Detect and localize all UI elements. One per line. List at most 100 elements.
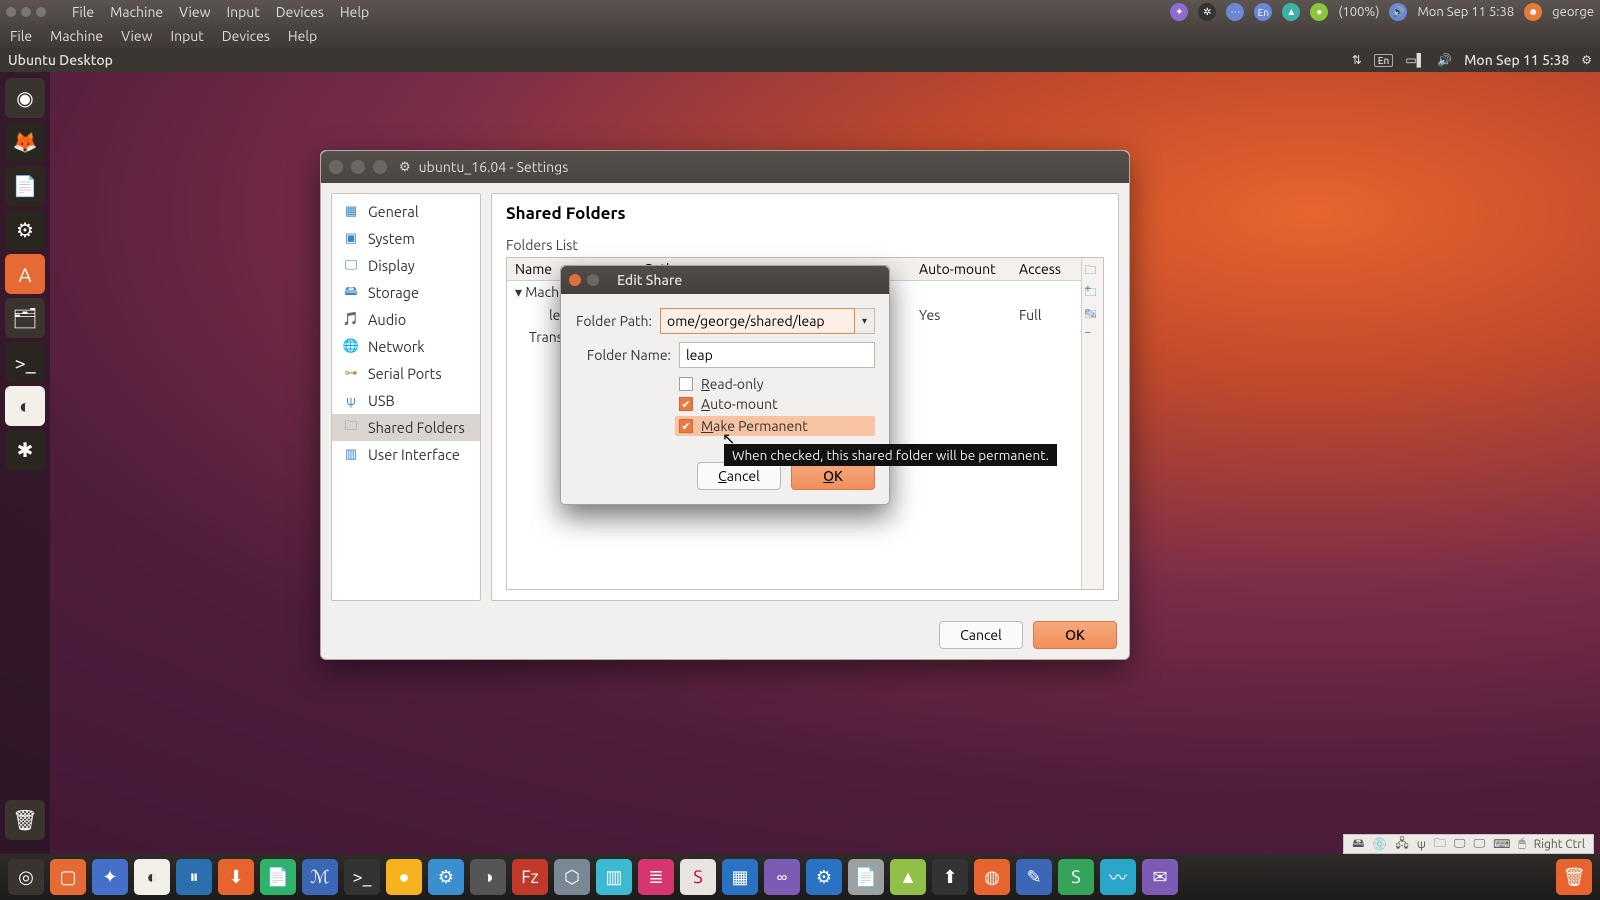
launcher-software-icon[interactable]: A: [5, 254, 45, 294]
panel-clock[interactable]: Mon Sep 11 5:38: [1464, 52, 1569, 68]
dock-android-icon[interactable]: ▲: [890, 859, 926, 895]
launcher-app-icon[interactable]: ✱: [5, 430, 45, 470]
host-menu-input[interactable]: Input: [227, 4, 260, 20]
dock-app-icon[interactable]: ⏸: [176, 859, 212, 895]
dock-app-icon[interactable]: 📄: [260, 859, 296, 895]
dock-app-icon[interactable]: ●: [386, 859, 422, 895]
nav-user-interface[interactable]: ▥User Interface: [332, 441, 480, 468]
nav-general[interactable]: ▦General: [332, 198, 480, 225]
tray-icon[interactable]: ▲: [1282, 3, 1300, 21]
launcher-text-editor-icon[interactable]: 📄: [5, 166, 45, 206]
nav-audio[interactable]: 🎵Audio: [332, 306, 480, 333]
settings-ok-button[interactable]: OK: [1033, 621, 1117, 649]
gear-icon[interactable]: ⚙: [1581, 53, 1592, 67]
host-user[interactable]: george: [1552, 5, 1594, 19]
maximize-icon[interactable]: [373, 160, 387, 174]
dock-app-icon[interactable]: ℳ: [302, 859, 338, 895]
guest-menu-input[interactable]: Input: [171, 28, 204, 44]
dock-app-icon[interactable]: ▢: [50, 859, 86, 895]
dock-filezilla-icon[interactable]: Fz: [512, 859, 548, 895]
nav-network[interactable]: 🌐Network: [332, 333, 480, 360]
tray-icon[interactable]: ✦: [1170, 3, 1188, 21]
host-key-label[interactable]: Right Ctrl: [1534, 838, 1585, 851]
dialog-ok-button[interactable]: OK: [791, 462, 875, 490]
launcher-files-icon[interactable]: 🗂: [5, 298, 45, 338]
status-icon[interactable]: ψ: [1417, 838, 1426, 851]
network-icon[interactable]: ⇅: [1352, 53, 1362, 67]
dock-app-icon[interactable]: ▥: [596, 859, 632, 895]
folder-name-input[interactable]: [679, 342, 875, 368]
dock-app-icon[interactable]: ⚙: [806, 859, 842, 895]
col-access[interactable]: Access: [1011, 258, 1081, 280]
dock-app-icon[interactable]: S: [680, 859, 716, 895]
status-icon[interactable]: ⌨: [1493, 837, 1510, 851]
close-icon[interactable]: [329, 160, 343, 174]
folder-path-input[interactable]: [660, 308, 855, 334]
folder-path-combo[interactable]: ▾: [660, 308, 875, 334]
launcher-firefox-icon[interactable]: 🦊: [5, 122, 45, 162]
status-icon[interactable]: 🖧: [1395, 834, 1408, 855]
remove-folder-icon[interactable]: 🗀−: [1085, 305, 1101, 321]
chevron-down-icon[interactable]: ▾: [855, 308, 875, 334]
launcher-terminal-icon[interactable]: >_: [5, 342, 45, 382]
dock-app-icon[interactable]: ✎: [1016, 859, 1052, 895]
tray-icon[interactable]: ●: [1310, 3, 1328, 21]
dock-app-icon[interactable]: ◍: [974, 859, 1010, 895]
nav-display[interactable]: 🖵Display: [332, 252, 480, 279]
close-icon[interactable]: [569, 274, 581, 286]
host-menu-machine[interactable]: Machine: [110, 4, 163, 20]
battery-icon[interactable]: ▭▌: [1405, 53, 1425, 67]
make-permanent-check-row[interactable]: ✔ Make Permanent: [675, 416, 875, 436]
dock-app-icon[interactable]: ✦: [92, 859, 128, 895]
read-only-checkbox[interactable]: [679, 377, 693, 391]
nav-shared-folders[interactable]: 🗀Shared Folders: [332, 414, 480, 441]
dock-app-icon[interactable]: ✉: [1142, 859, 1178, 895]
status-icon[interactable]: 💿: [1372, 837, 1387, 851]
dialog-titlebar[interactable]: Edit Share: [561, 266, 889, 294]
minimize-icon[interactable]: [351, 160, 365, 174]
make-permanent-checkbox[interactable]: ✔: [679, 419, 693, 433]
status-icon[interactable]: 🗀: [1434, 834, 1446, 855]
launcher-dash-icon[interactable]: ◉: [5, 78, 45, 118]
nav-usb[interactable]: ψUSB: [332, 387, 480, 414]
dock-show-apps-icon[interactable]: ◎: [8, 859, 44, 895]
dock-terminal-icon[interactable]: >_: [344, 859, 380, 895]
dock-app-icon[interactable]: ≣: [638, 859, 674, 895]
status-icon[interactable]: 🖵: [1454, 837, 1466, 851]
nav-storage[interactable]: 🖴Storage: [332, 279, 480, 306]
host-menu-file[interactable]: File: [72, 4, 94, 20]
launcher-trash-icon[interactable]: 🗑: [5, 800, 45, 840]
dock-app-icon[interactable]: ⬡: [554, 859, 590, 895]
col-automount[interactable]: Auto-mount: [911, 258, 1011, 280]
auto-mount-check-row[interactable]: ✔ Auto-mount: [679, 396, 875, 412]
tray-icon[interactable]: ✲: [1198, 3, 1216, 21]
dock-app-icon[interactable]: S: [1058, 859, 1094, 895]
add-folder-icon[interactable]: 🗀+: [1085, 261, 1101, 277]
guest-menu-help[interactable]: Help: [288, 28, 317, 44]
read-only-check-row[interactable]: Read-only: [679, 376, 875, 392]
launcher-settings-icon[interactable]: ⚙: [5, 210, 45, 250]
dock-app-icon[interactable]: 📄: [848, 859, 884, 895]
status-icon[interactable]: 🖵: [1474, 837, 1486, 851]
guest-menu-devices[interactable]: Devices: [222, 28, 270, 44]
host-window-controls[interactable]: [6, 7, 46, 17]
dialog-cancel-button[interactable]: Cancel: [697, 462, 781, 490]
dock-app-icon[interactable]: ⬇: [218, 859, 254, 895]
settings-cancel-button[interactable]: Cancel: [939, 621, 1023, 649]
dock-app-icon[interactable]: 〰: [1100, 859, 1136, 895]
dock-app-icon[interactable]: ⚙: [428, 859, 464, 895]
nav-serial-ports[interactable]: ⊶Serial Ports: [332, 360, 480, 387]
dock-trash-icon[interactable]: 🗑: [1556, 859, 1592, 895]
tray-lang-icon[interactable]: En: [1254, 3, 1272, 21]
nav-system[interactable]: ▣System: [332, 225, 480, 252]
dock-app-icon[interactable]: ◑: [470, 859, 506, 895]
settings-titlebar[interactable]: ⚙ ubuntu_16.04 - Settings: [321, 151, 1129, 183]
dock-app-icon[interactable]: ⬆: [932, 859, 968, 895]
guest-menu-machine[interactable]: Machine: [50, 28, 103, 44]
battery-label[interactable]: (100%): [1338, 5, 1379, 19]
status-icon[interactable]: 🖴: [1352, 834, 1364, 855]
dock-app-icon[interactable]: ∞: [764, 859, 800, 895]
guest-menu-file[interactable]: File: [10, 28, 32, 44]
volume-icon[interactable]: 🔊: [1389, 3, 1407, 21]
host-menu-devices[interactable]: Devices: [276, 4, 324, 20]
